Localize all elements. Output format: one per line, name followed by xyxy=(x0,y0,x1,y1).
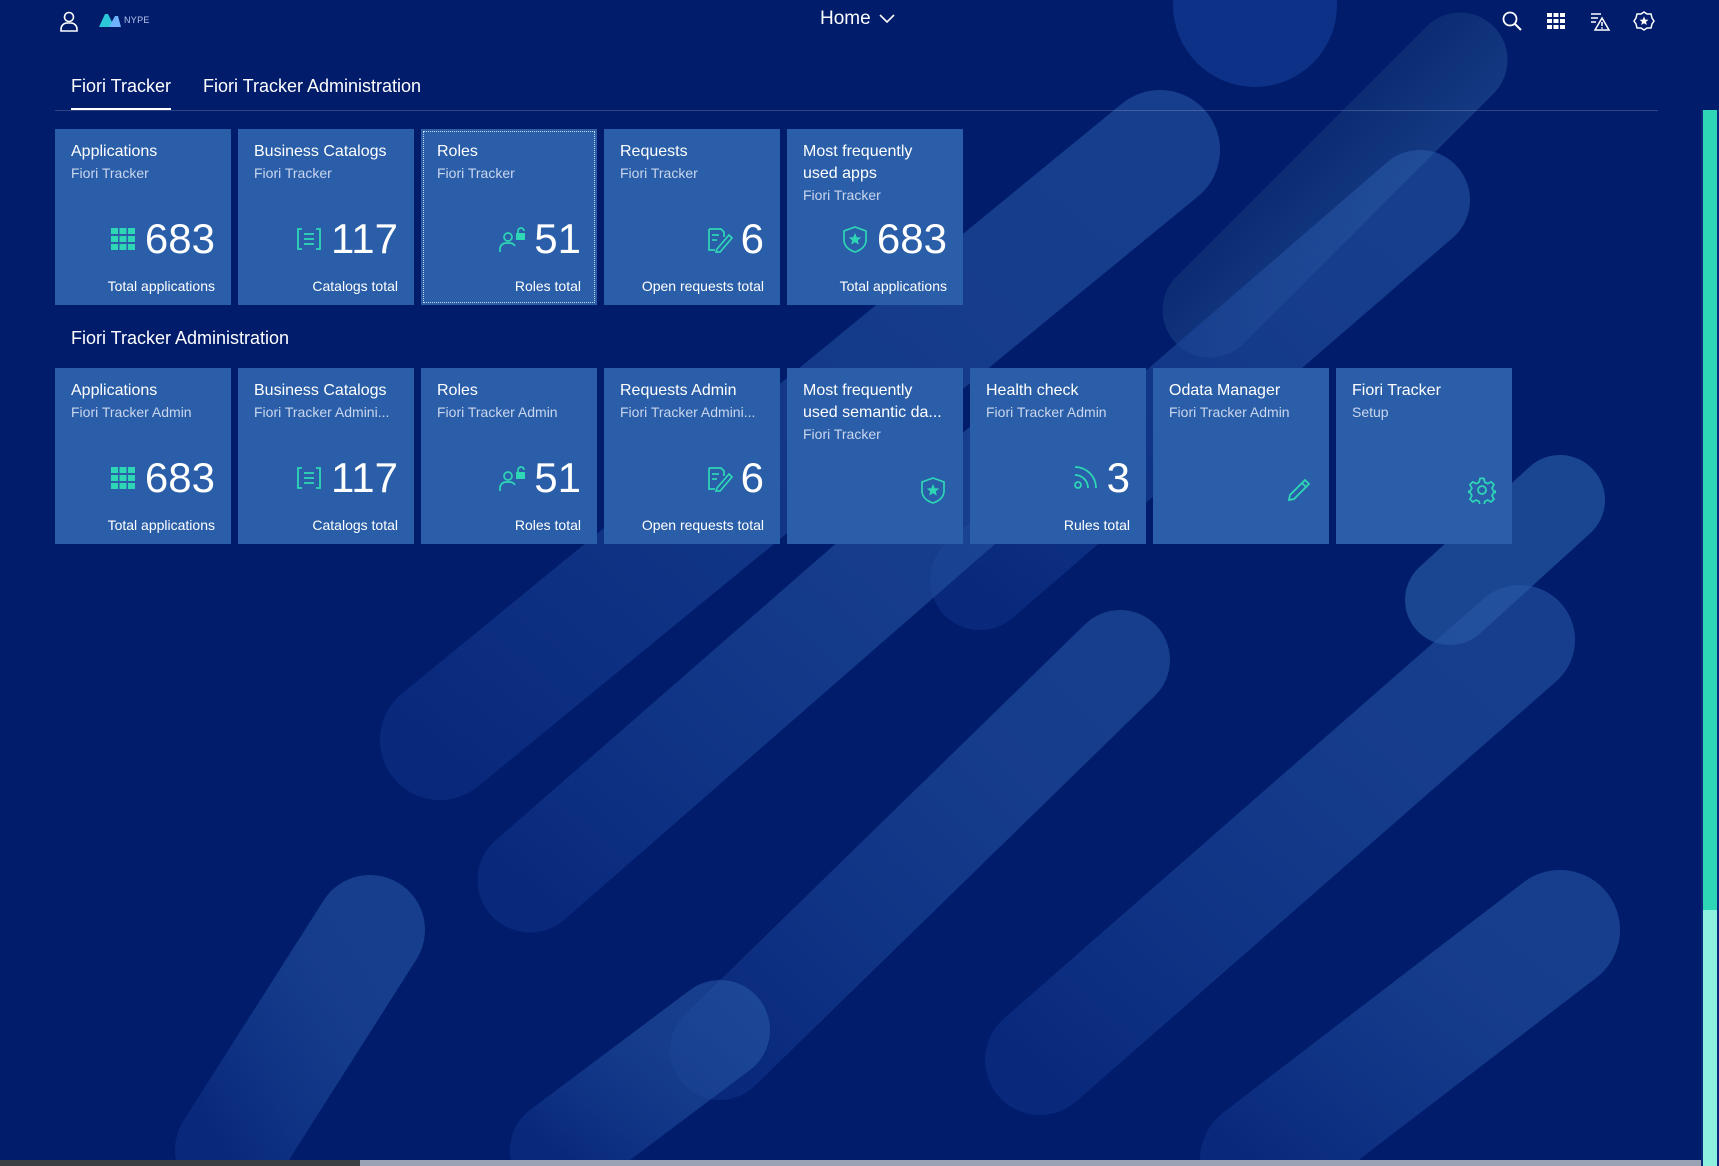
tile-footer: Rules total xyxy=(1063,517,1130,533)
edit-document-icon xyxy=(707,467,733,492)
tile-applications[interactable]: Applications Fiori Tracker 683 Total app… xyxy=(55,129,231,305)
scrollbar-thumb[interactable] xyxy=(1703,110,1717,910)
kpi-value: 3 xyxy=(1106,454,1130,501)
tile-title: Roles xyxy=(437,382,478,399)
scrollbar-track-end xyxy=(1703,910,1717,1166)
kpi-value: 6 xyxy=(740,454,764,501)
tile-title: Applications xyxy=(71,143,158,160)
user-lock-icon xyxy=(499,227,526,252)
tile-footer: Roles total xyxy=(514,517,581,533)
horizontal-scrollbar-thumb[interactable] xyxy=(0,1160,360,1166)
search-icon[interactable] xyxy=(1501,10,1523,32)
kpi-value: 683 xyxy=(144,215,215,262)
user-icon[interactable] xyxy=(58,10,80,32)
kpi-value: 683 xyxy=(144,454,215,501)
tile-subtitle: Fiori Tracker xyxy=(803,426,881,442)
tab-fiori-tracker[interactable]: Fiori Tracker xyxy=(71,76,172,110)
tile-subtitle: Fiori Tracker Admini... xyxy=(620,404,756,420)
edit-document-icon xyxy=(707,228,733,253)
grid-icon xyxy=(110,467,135,489)
notifications-warning-icon[interactable] xyxy=(1589,10,1611,32)
tile-footer: Open requests total xyxy=(641,278,764,294)
horizontal-scrollbar[interactable] xyxy=(0,1160,1701,1166)
user-lock-icon xyxy=(499,466,526,491)
catalog-icon xyxy=(297,228,321,250)
tile-subtitle: Fiori Tracker Admin xyxy=(437,404,558,420)
tile-business-catalogs[interactable]: Business Catalogs Fiori Tracker 117 Cata… xyxy=(238,129,414,305)
tile-health-check[interactable]: Health check Fiori Tracker Admin 3 Rules… xyxy=(970,368,1146,544)
tab-fiori-tracker-administration[interactable]: Fiori Tracker Administration xyxy=(203,76,421,108)
tile-odata-manager[interactable]: Odata Manager Fiori Tracker Admin xyxy=(1153,368,1329,544)
kpi-value: 51 xyxy=(534,454,581,501)
shell-bar: NYPE Home xyxy=(0,0,1719,44)
tile-title: Applications xyxy=(71,382,158,399)
chevron-down-icon xyxy=(879,14,895,24)
tile-title: Requests xyxy=(620,143,688,160)
kpi-value: 51 xyxy=(534,215,581,262)
tile-subtitle: Fiori Tracker Admin xyxy=(71,404,192,420)
kpi-value: 117 xyxy=(331,454,398,501)
tile-fiori-tracker-setup[interactable]: Fiori Tracker Setup xyxy=(1336,368,1512,544)
tile-title: Most frequently used semantic da... xyxy=(803,382,942,421)
vertical-scrollbar[interactable] xyxy=(1701,110,1719,1166)
catalog-icon xyxy=(297,467,321,489)
badge-star-icon xyxy=(921,477,945,504)
pencil-icon xyxy=(1287,478,1311,502)
anchor-tab-bar: Fiori Tracker Fiori Tracker Administrati… xyxy=(55,72,1658,111)
section-title-administration: Fiori Tracker Administration xyxy=(71,328,290,348)
gear-icon xyxy=(1468,477,1496,504)
tile-subtitle: Fiori Tracker xyxy=(803,187,881,203)
app-grid-icon[interactable] xyxy=(1545,10,1567,32)
tile-subtitle: Fiori Tracker xyxy=(437,165,515,181)
tile-title: Health check xyxy=(986,382,1079,399)
tile-footer: Roles total xyxy=(514,278,581,294)
home-title-menu[interactable]: Home xyxy=(820,8,895,30)
tile-admin-business-catalogs[interactable]: Business Catalogs Fiori Tracker Admini..… xyxy=(238,368,414,544)
tile-subtitle: Fiori Tracker xyxy=(254,165,332,181)
tile-title: Roles xyxy=(437,143,478,160)
tile-admin-applications[interactable]: Applications Fiori Tracker Admin 683 Tot… xyxy=(55,368,231,544)
tile-footer: Open requests total xyxy=(641,517,764,533)
tile-subtitle: Fiori Tracker xyxy=(71,165,149,181)
logo-text: NYPE xyxy=(124,15,150,25)
tile-title: Requests Admin xyxy=(620,382,737,399)
kpi-value: 117 xyxy=(331,215,398,262)
tile-subtitle: Fiori Tracker xyxy=(620,165,698,181)
tile-footer: Catalogs total xyxy=(312,517,398,533)
tile-roles[interactable]: Roles Fiori Tracker 51 Roles total xyxy=(421,129,597,305)
tile-title: Odata Manager xyxy=(1169,382,1281,399)
tile-subtitle: Fiori Tracker Admin xyxy=(1169,404,1290,420)
logo-mark-icon xyxy=(99,14,121,27)
tile-footer: Catalogs total xyxy=(312,278,398,294)
feed-icon xyxy=(1073,466,1097,489)
kpi-value: 683 xyxy=(876,215,947,262)
support-badge-icon[interactable] xyxy=(1633,10,1655,32)
badge-star-icon xyxy=(843,226,867,253)
tile-most-frequently-used-semantic-data[interactable]: Most frequently used semantic da... Fior… xyxy=(787,368,963,544)
tile-title: Business Catalogs xyxy=(254,382,387,399)
tile-title: Most frequently used apps xyxy=(803,143,913,182)
home-title: Home xyxy=(820,8,871,29)
tile-subtitle: Fiori Tracker Admin xyxy=(986,404,1107,420)
tile-footer: Total applications xyxy=(107,517,215,533)
tile-group-fiori-tracker-administration: Applications Fiori Tracker Admin 683 Tot… xyxy=(55,368,1512,544)
kpi-value: 6 xyxy=(740,215,764,262)
tile-most-frequently-used-apps[interactable]: Most frequently used apps Fiori Tracker … xyxy=(787,129,963,305)
tile-group-fiori-tracker: Applications Fiori Tracker 683 Total app… xyxy=(55,129,963,305)
tile-requests-admin[interactable]: Requests Admin Fiori Tracker Admini... 6… xyxy=(604,368,780,544)
company-logo[interactable]: NYPE xyxy=(98,12,150,28)
tile-footer: Total applications xyxy=(107,278,215,294)
tile-requests[interactable]: Requests Fiori Tracker 6 Open requests t… xyxy=(604,129,780,305)
tile-title: Fiori Tracker xyxy=(1352,382,1441,399)
grid-icon xyxy=(110,228,135,250)
tile-subtitle: Setup xyxy=(1352,404,1389,420)
tile-title: Business Catalogs xyxy=(254,143,387,160)
tile-admin-roles[interactable]: Roles Fiori Tracker Admin 51 Roles total xyxy=(421,368,597,544)
tile-footer: Total applications xyxy=(839,278,947,294)
tile-subtitle: Fiori Tracker Admini... xyxy=(254,404,390,420)
